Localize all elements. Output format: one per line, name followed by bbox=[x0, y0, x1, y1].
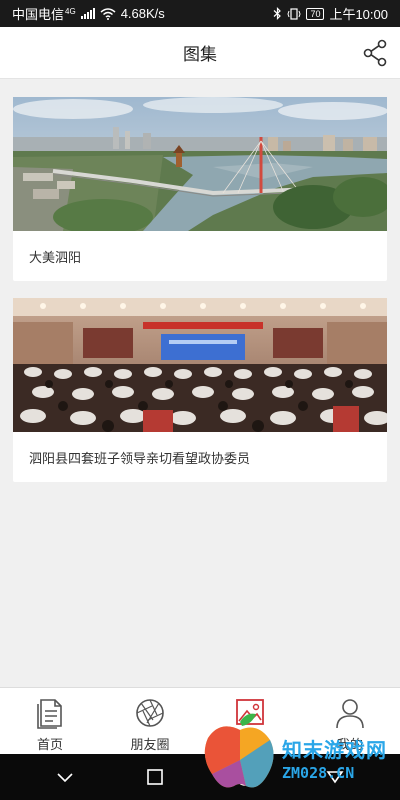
vibrate-icon bbox=[287, 7, 301, 20]
aerial-city-bridge-photo bbox=[13, 97, 387, 231]
back-icon[interactable] bbox=[54, 766, 76, 788]
tab-gallery[interactable]: 图集 bbox=[200, 688, 300, 754]
cell-signal-icon bbox=[80, 8, 95, 19]
battery-icon: 70 bbox=[306, 7, 325, 20]
share-icon[interactable] bbox=[362, 39, 388, 67]
gallery-card-1[interactable]: 大美泗阳 bbox=[13, 97, 387, 281]
tab-profile[interactable]: 我的 bbox=[300, 688, 400, 754]
document-icon bbox=[37, 699, 62, 729]
image-icon bbox=[236, 699, 264, 725]
bottom-tab-bar: 首页 朋友圈 图集 我的 bbox=[0, 687, 400, 754]
battery-level: 70 bbox=[310, 8, 321, 19]
system-nav-bar bbox=[0, 754, 400, 800]
tab-label: 首页 bbox=[36, 737, 63, 752]
home-square-icon[interactable] bbox=[144, 766, 166, 788]
notifications-icon[interactable] bbox=[324, 766, 346, 788]
tab-label: 图集 bbox=[236, 737, 263, 752]
status-right: 70 上午10:00 bbox=[273, 4, 388, 23]
network-type: 4G bbox=[65, 7, 76, 16]
card-caption: 泗阳县四套班子领导亲切看望政协委员 bbox=[29, 450, 251, 466]
tab-moments[interactable]: 朋友圈 bbox=[100, 688, 200, 754]
carrier-label: 中国电信 bbox=[12, 7, 65, 22]
aperture-icon bbox=[136, 699, 164, 727]
status-bar: 中国电信 4G 4.68K/s 70 上午10:00 bbox=[0, 0, 400, 27]
tab-label: 朋友圈 bbox=[130, 737, 170, 752]
clock: 上午10:00 bbox=[329, 7, 388, 22]
card-caption: 大美泗阳 bbox=[29, 249, 82, 265]
wifi-icon bbox=[100, 7, 116, 20]
gallery-list: 大美泗阳 泗阳县四套班子领导亲切看望政协委员 bbox=[0, 79, 400, 687]
bluetooth-icon bbox=[274, 7, 282, 20]
user-icon bbox=[336, 699, 364, 729]
status-left: 中国电信 4G 4.68K/s bbox=[12, 4, 165, 23]
app-header: 图集 bbox=[0, 27, 400, 79]
gallery-card-2[interactable]: 泗阳县四套班子领导亲切看望政协委员 bbox=[13, 298, 387, 482]
conference-hall-photo bbox=[13, 298, 387, 432]
home-circle-icon[interactable] bbox=[234, 766, 256, 788]
page-title: 图集 bbox=[183, 45, 217, 64]
tab-home[interactable]: 首页 bbox=[0, 688, 100, 754]
network-speed: 4.68K/s bbox=[120, 6, 165, 21]
tab-label: 我的 bbox=[336, 737, 363, 752]
